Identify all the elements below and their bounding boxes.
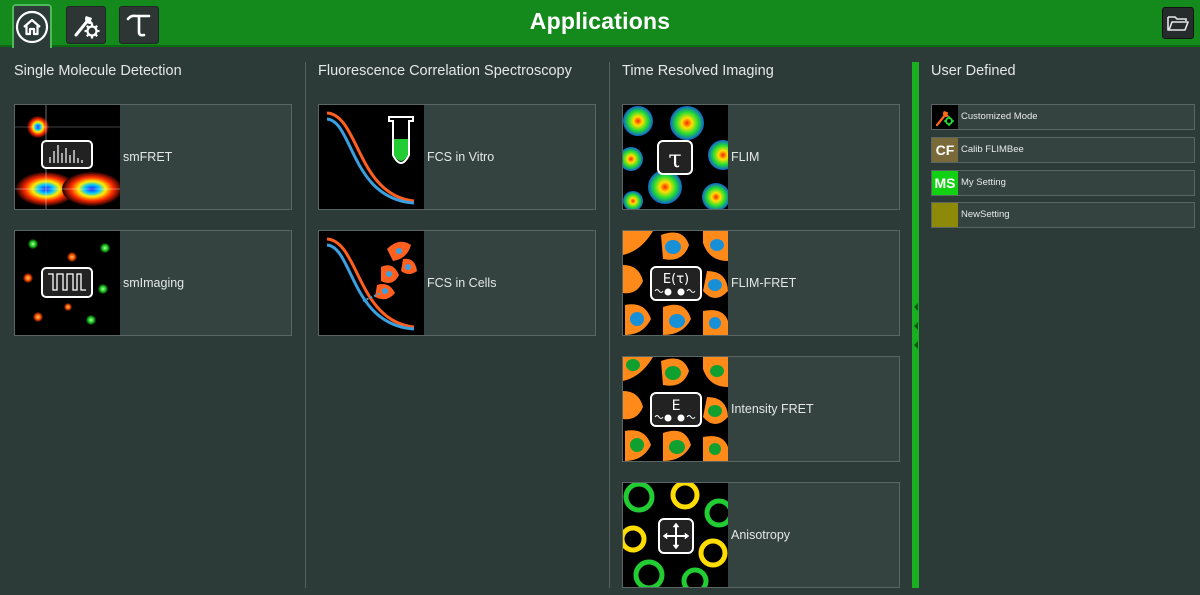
- flim-icon: τ: [623, 105, 728, 209]
- column-divider: [305, 62, 306, 588]
- tile-label: Anisotropy: [731, 528, 791, 542]
- app-tile-fcs-in-cells[interactable]: FCS in Cells: [318, 230, 596, 336]
- user-item-my-setting[interactable]: MS My Setting: [931, 170, 1195, 196]
- column-divider: [609, 62, 610, 588]
- section-title-single-molecule: Single Molecule Detection: [14, 63, 182, 79]
- tile-label: FLIM-FRET: [731, 276, 797, 290]
- app-tile-flim[interactable]: τ FLIM: [622, 104, 900, 210]
- tau-tab-button[interactable]: [119, 6, 159, 44]
- smfret-icon: [15, 105, 120, 209]
- svg-text:E: E: [672, 398, 681, 414]
- user-item-customized-mode[interactable]: Customized Mode: [931, 104, 1195, 130]
- intensity-fret-icon: E: [623, 357, 728, 461]
- app-tile-flim-fret[interactable]: E(τ) FLIM-FRET: [622, 230, 900, 336]
- tile-label: FCS in Cells: [427, 276, 497, 290]
- home-icon: [15, 10, 49, 44]
- user-item-label: Customized Mode: [961, 111, 1038, 122]
- fcs-in-cells-icon: [319, 231, 424, 335]
- tile-label: Intensity FRET: [731, 402, 814, 416]
- tau-icon: [126, 14, 151, 37]
- app-tile-smfret[interactable]: smFRET: [14, 104, 292, 210]
- tools-tab-button[interactable]: [66, 6, 106, 44]
- flim-fret-icon: E(τ): [623, 231, 728, 335]
- app-tile-anisotropy[interactable]: Anisotropy: [622, 482, 900, 588]
- smimaging-icon: [15, 231, 120, 335]
- tile-label: smFRET: [123, 150, 173, 164]
- tile-label: smImaging: [123, 276, 185, 290]
- anisotropy-icon: [623, 483, 728, 587]
- user-item-label: NewSetting: [961, 209, 1010, 220]
- tools-icon: [74, 16, 100, 39]
- user-item-new-setting[interactable]: NewSetting: [931, 202, 1195, 228]
- fcs-in-vitro-icon: [319, 105, 424, 209]
- svg-text:E(τ): E(τ): [663, 272, 689, 287]
- user-item-label: Calib FLIMBee: [961, 144, 1024, 155]
- app-tile-intensity-fret[interactable]: E Intensity FRET: [622, 356, 900, 462]
- open-folder-button[interactable]: [1162, 7, 1194, 39]
- ms-badge-icon: MS: [932, 171, 958, 195]
- home-tab-button[interactable]: [12, 4, 52, 48]
- cf-badge-icon: CF: [932, 138, 958, 162]
- app-header: Applications: [0, 0, 1200, 48]
- section-title-time-resolved: Time Resolved Imaging: [622, 63, 774, 79]
- color-swatch-icon: [932, 203, 958, 227]
- section-title-fcs: Fluorescence Correlation Spectroscopy: [318, 63, 572, 79]
- tile-label: FCS in Vitro: [427, 150, 495, 164]
- customized-mode-icon: [932, 105, 958, 129]
- user-item-label: My Setting: [961, 177, 1006, 188]
- section-title-user-defined: User Defined: [931, 63, 1016, 79]
- app-tile-fcs-in-vitro[interactable]: FCS in Vitro: [318, 104, 596, 210]
- svg-text:τ: τ: [668, 145, 681, 173]
- page-title: Applications: [529, 8, 671, 34]
- user-item-calib-flimbee[interactable]: CF Calib FLIMBee: [931, 137, 1195, 163]
- collapse-arrows-icon[interactable]: [913, 303, 919, 349]
- app-tile-smimaging[interactable]: smImaging: [14, 230, 292, 336]
- tile-label: FLIM: [731, 150, 760, 164]
- folder-icon: [1167, 16, 1189, 31]
